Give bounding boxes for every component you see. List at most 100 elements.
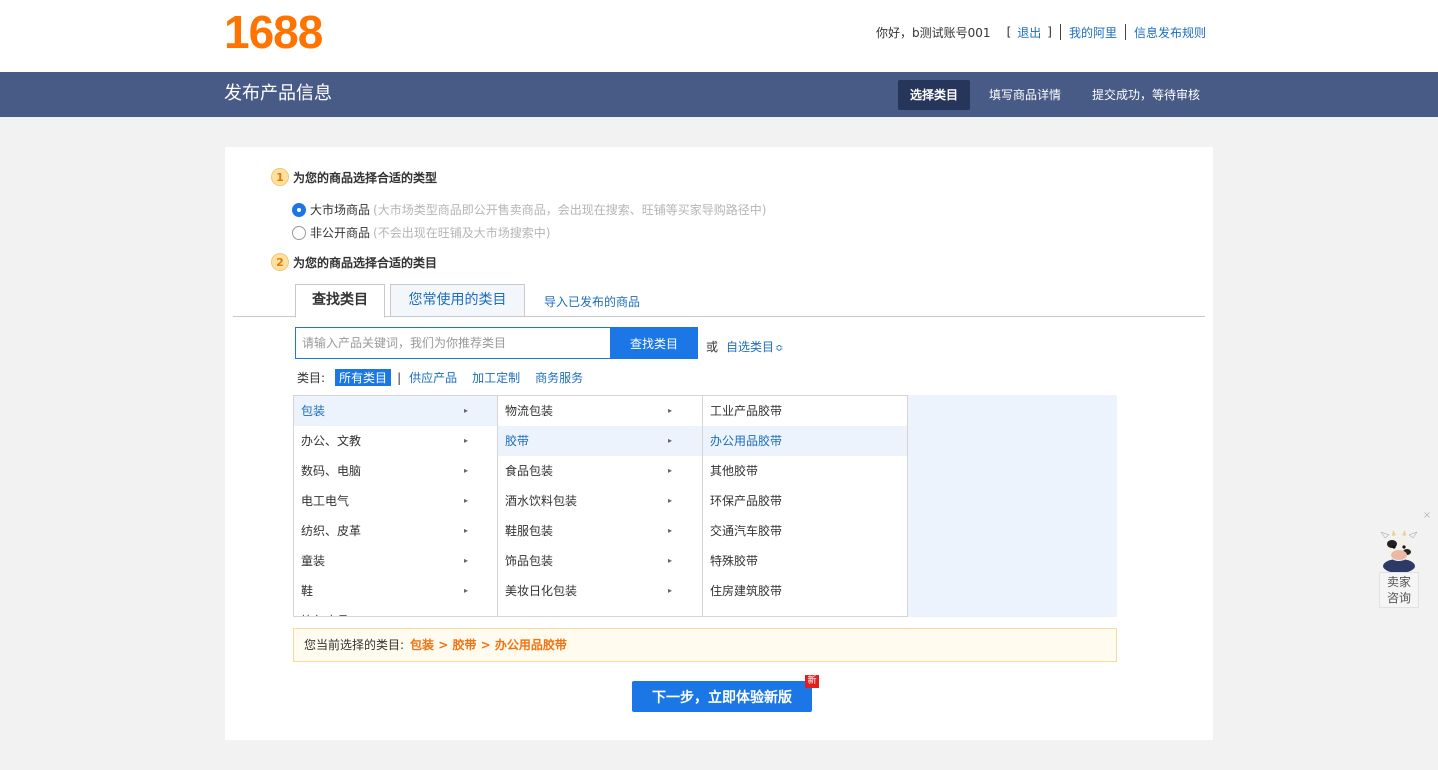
main-card: 1 为您的商品选择合适的类型 大市场商品 (大市场类型商品即公开售卖商品，会出现…: [225, 147, 1213, 740]
category-item[interactable]: 特殊胶带: [703, 546, 907, 576]
category-filter: 类目: 所有类目 | 供应产品 加工定制 商务服务: [297, 369, 598, 386]
radio-note: (大市场类型商品即公开售卖商品，会出现在搜索、旺铺等买家导购路径中): [373, 203, 767, 217]
step-number-badge: 1: [271, 168, 289, 186]
category-item[interactable]: 其他胶带: [703, 456, 907, 486]
search-input[interactable]: [295, 327, 611, 359]
category-item[interactable]: 办公、文教 ▸: [294, 426, 497, 456]
category-item-label: 酒水饮料包装: [505, 494, 578, 508]
category-item-label: 饰品包装: [505, 554, 554, 568]
category-item-label: 食品包装: [505, 464, 554, 478]
seller-consult-widget[interactable]: × 卖家 咨询: [1378, 510, 1431, 608]
filter-separator: |: [397, 370, 402, 385]
radio-note: (不会出现在旺铺及大市场搜索中): [373, 226, 551, 240]
filter-processing[interactable]: 加工定制: [472, 369, 520, 386]
or-label: 或: [706, 340, 719, 354]
divider: [1124, 24, 1126, 40]
category-item[interactable]: 环保产品胶带: [703, 486, 907, 516]
section-category-title: 2 为您的商品选择合适的类目: [271, 253, 437, 271]
category-item[interactable]: 交通汽车胶带: [703, 516, 907, 546]
filter-business-service[interactable]: 商务服务: [535, 369, 583, 386]
chevron-right-icon: ▸: [464, 406, 469, 415]
category-column-level1[interactable]: 包装▸办公、文教▸数码、电脑▸电工电气▸纺织、皮革▸童装▸鞋▸箱包皮具▸: [293, 395, 498, 617]
category-item[interactable]: 童装 ▸: [294, 546, 497, 576]
radio-button-checked[interactable]: [292, 202, 306, 217]
category-item[interactable]: 箱包皮具 ▸: [294, 606, 497, 616]
category-item[interactable]: 电工电气 ▸: [294, 486, 497, 516]
my-alibaba-link[interactable]: 我的阿里: [1069, 24, 1117, 41]
chevron-right-icon: ▸: [464, 526, 469, 535]
category-item-label: 鞋服包装: [505, 524, 554, 538]
current-category-bar: 您当前选择的类目: 包装 > 胶带 > 办公用品胶带: [293, 628, 1117, 662]
category-item[interactable]: 办公用品胶带: [703, 426, 907, 456]
divider: [1059, 24, 1061, 40]
radio-open-market[interactable]: 大市场商品 (大市场类型商品即公开售卖商品，会出现在搜索、旺铺等买家导购路径中): [292, 201, 766, 218]
new-badge: 新: [805, 675, 819, 688]
custom-category-label: 自选类目: [726, 340, 775, 354]
filter-all[interactable]: 所有类目: [335, 369, 392, 386]
user-greeting: 你好，b测试账号001: [876, 25, 991, 40]
category-item-label: 数码、电脑: [301, 464, 362, 478]
category-item[interactable]: 物流包装 ▸: [498, 396, 702, 426]
category-item-label: 箱包皮具: [301, 614, 349, 616]
user-bar: 你好，b测试账号001 [ 退出 ] 我的阿里 信息发布规则: [876, 24, 1206, 40]
radio-private[interactable]: 非公开商品 (不会出现在旺铺及大市场搜索中): [292, 224, 550, 241]
category-item[interactable]: 食品包装 ▸: [498, 456, 702, 486]
category-item[interactable]: 胶带 ▸: [498, 426, 702, 456]
filter-supply[interactable]: 供应产品: [409, 369, 457, 386]
category-item-label: 物流包装: [505, 404, 554, 418]
seller-consult-label[interactable]: 卖家 咨询: [1379, 572, 1419, 608]
category-item[interactable]: 饰品包装 ▸: [498, 546, 702, 576]
category-item[interactable]: 包装 ▸: [294, 396, 497, 426]
category-item-label: 鞋: [301, 584, 314, 598]
category-item[interactable]: 鞋服包装 ▸: [498, 516, 702, 546]
category-item-label: 交通汽车胶带: [710, 524, 783, 538]
radio-button[interactable]: [292, 225, 306, 240]
category-item-label: 工业产品胶带: [710, 404, 783, 418]
category-item[interactable]: 酒水饮料包装 ▸: [498, 486, 702, 516]
chevron-right-icon: ▸: [464, 606, 468, 616]
logout-link[interactable]: 退出: [1017, 24, 1041, 41]
category-item-label: 特殊胶带: [710, 554, 759, 568]
category-item-label: 纺织、皮革: [301, 524, 362, 538]
tab-import-published[interactable]: 导入已发布的商品: [544, 292, 640, 312]
chevron-right-icon: ▸: [464, 556, 469, 565]
tab-frequent-category[interactable]: 您常使用的类目: [390, 284, 525, 317]
title-band: 发布产品信息 选择类目 填写商品详情 提交成功，等待审核: [0, 72, 1438, 117]
progress-steps: 选择类目 填写商品详情 提交成功，等待审核: [891, 80, 1212, 110]
tab-find-category[interactable]: 查找类目: [295, 284, 385, 318]
next-step-button[interactable]: 下一步，立即体验新版: [632, 681, 812, 712]
chevron-right-icon: ▸: [668, 466, 673, 475]
category-item-label: 其他胶带: [710, 464, 759, 478]
category-column-level2[interactable]: 物流包装 ▸ 胶带 ▸ 食品包装 ▸ 酒水饮料包装 ▸ 鞋服包装 ▸ 饰品包装 ▸ 美妆日化包装 ▸: [498, 395, 703, 617]
category-item[interactable]: 数码、电脑 ▸: [294, 456, 497, 486]
category-item[interactable]: 纺织、皮革 ▸: [294, 516, 497, 546]
category-item-label: 住房建筑胶带: [710, 584, 783, 598]
category-item[interactable]: 工业产品胶带: [703, 396, 907, 426]
current-category-path: 包装 > 胶带 > 办公用品胶带: [410, 638, 567, 652]
radio-label: 大市场商品: [310, 203, 371, 217]
current-category-label: 您当前选择的类目:: [304, 638, 405, 652]
filter-label: 类目:: [297, 371, 326, 385]
chevron-right-icon: ▸: [464, 586, 469, 595]
bracket-open: [: [1006, 25, 1012, 39]
chevron-right-icon: ▸: [668, 586, 673, 595]
category-item[interactable]: 鞋 ▸: [294, 576, 497, 606]
category-column-level3[interactable]: 工业产品胶带办公用品胶带其他胶带环保产品胶带交通汽车胶带 特殊胶带住房建筑胶带: [703, 395, 908, 617]
chevron-right-icon: ▸: [668, 556, 673, 565]
category-item-label: 胶带: [505, 434, 530, 448]
category-item-label: 包装: [301, 404, 326, 418]
step-fill-details: 填写商品详情: [988, 88, 1061, 102]
widget-line1: 卖家: [1386, 575, 1411, 589]
search-category-button[interactable]: 查找类目: [610, 327, 698, 359]
custom-category-link[interactable]: 自选类目≎: [726, 338, 783, 355]
logo-1688[interactable]: 1688: [224, 4, 323, 60]
category-item[interactable]: 住房建筑胶带: [703, 576, 907, 606]
publish-rules-link[interactable]: 信息发布规则: [1134, 24, 1206, 41]
step-submit-success: 提交成功，等待审核: [1091, 88, 1200, 102]
category-item-label: 童装: [301, 554, 326, 568]
chevron-right-icon: ▸: [668, 406, 673, 415]
category-item-label: 电工电气: [301, 494, 350, 508]
category-picker: 包装▸办公、文教▸数码、电脑▸电工电气▸纺织、皮革▸童装▸鞋▸箱包皮具▸ 物流包…: [293, 395, 1117, 617]
category-item[interactable]: 美妆日化包装 ▸: [498, 576, 702, 606]
close-icon[interactable]: ×: [1421, 510, 1433, 522]
